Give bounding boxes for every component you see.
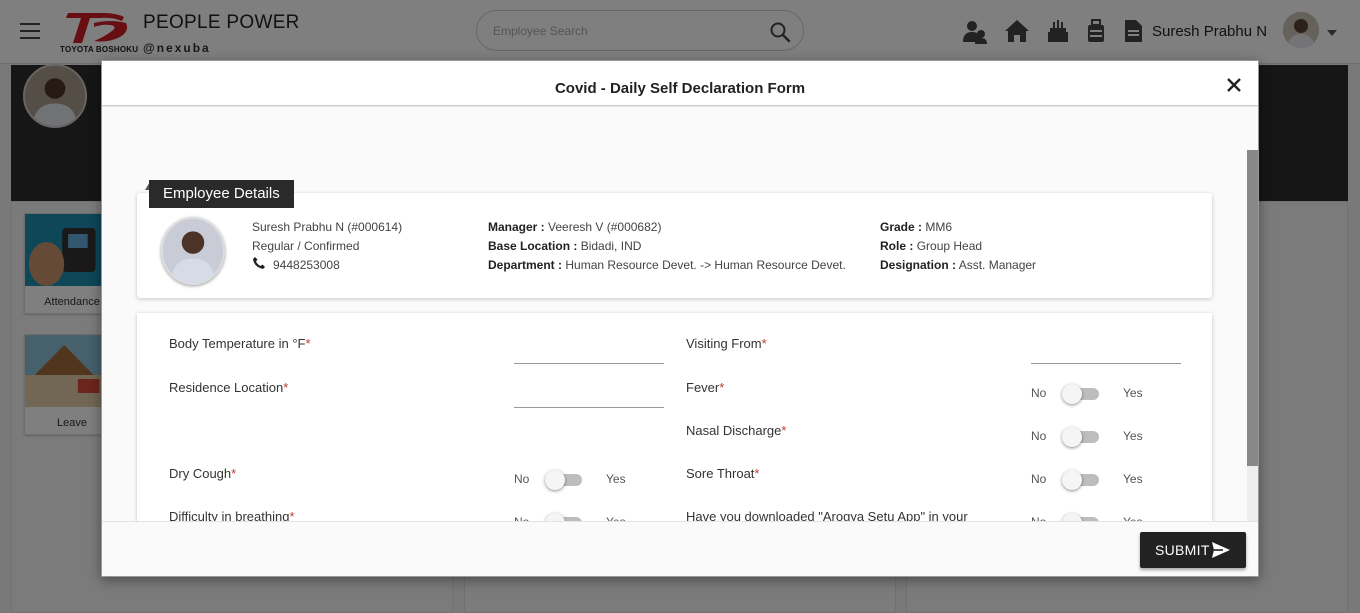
scrollbar-thumb[interactable] xyxy=(1247,150,1258,466)
covid-declaration-modal: Covid - Daily Self Declaration Form Empl… xyxy=(101,60,1259,577)
modal-footer: SUBMIT xyxy=(102,521,1258,576)
modal-header: Covid - Daily Self Declaration Form xyxy=(102,61,1258,106)
difficulty-breathing-label: Difficulty in breathing* xyxy=(169,509,295,521)
fever-label: Fever* xyxy=(686,380,725,395)
section-title: Employee Details xyxy=(149,180,294,208)
dry-cough-label: Dry Cough* xyxy=(169,466,237,481)
role-value: Group Head xyxy=(916,239,983,253)
employee-status: Regular / Confirmed xyxy=(252,239,360,253)
residence-location-input[interactable] xyxy=(514,388,664,408)
sore-throat-label: Sore Throat* xyxy=(686,466,760,481)
employee-phone: 9448253008 xyxy=(273,258,340,272)
send-icon xyxy=(1212,542,1230,558)
department-value: Human Resource Devet. -> Human Resource … xyxy=(565,258,846,272)
submit-label: SUBMIT xyxy=(1155,542,1210,558)
modal-body: Employee Details Suresh Prabhu N (#00061… xyxy=(102,107,1258,521)
dry-cough-toggle[interactable]: No Yes xyxy=(514,469,634,490)
nasal-discharge-toggle[interactable]: No Yes xyxy=(1031,426,1151,447)
difficulty-breathing-toggle[interactable]: NoYes xyxy=(514,512,634,521)
close-icon[interactable] xyxy=(1224,75,1244,95)
body-temperature-input[interactable] xyxy=(514,344,664,364)
base-location-label: Base Location : xyxy=(488,239,578,253)
employee-name: Suresh Prabhu N (#000614) xyxy=(252,220,403,234)
manager-label: Manager : xyxy=(488,220,545,234)
body-temperature-label: Body Temperature in °F* xyxy=(169,336,311,351)
nasal-discharge-label: Nasal Discharge* xyxy=(686,423,787,438)
employee-details-card: Suresh Prabhu N (#000614) Regular / Conf… xyxy=(137,193,1212,298)
grade-label: Grade : xyxy=(880,220,923,234)
submit-button[interactable]: SUBMIT xyxy=(1140,532,1246,568)
base-location-value: Bidadi, IND xyxy=(580,239,642,253)
phone-icon xyxy=(253,257,265,269)
residence-location-label: Residence Location* xyxy=(169,380,289,395)
modal-title: Covid - Daily Self Declaration Form xyxy=(554,80,806,97)
arogya-setu-toggle[interactable]: NoYes xyxy=(1031,512,1151,521)
visiting-from-input[interactable] xyxy=(1031,344,1181,364)
department-label: Department : xyxy=(488,258,563,272)
designation-label: Designation : xyxy=(880,258,957,272)
grade-value: MM6 xyxy=(925,220,953,234)
visiting-from-label: Visiting From* xyxy=(686,336,767,351)
sore-throat-toggle[interactable]: No Yes xyxy=(1031,469,1151,490)
fever-toggle[interactable]: No Yes xyxy=(1031,383,1151,404)
role-label: Role : xyxy=(880,239,914,253)
modal-scrollbar[interactable] xyxy=(1247,150,1258,521)
designation-value: Asst. Manager xyxy=(958,258,1037,272)
declaration-form-card: Body Temperature in °F* Residence Locati… xyxy=(137,313,1212,521)
arogya-setu-label: Have you downloaded "Arogya Setu App" in… xyxy=(686,509,968,521)
employee-photo xyxy=(161,217,225,285)
manager-value: Veeresh V (#000682) xyxy=(548,220,662,234)
